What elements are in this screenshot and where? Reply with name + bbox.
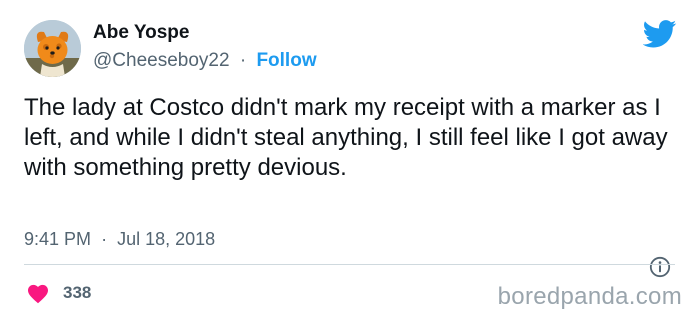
- tweet-card: Abe Yospe @Cheeseboy22 · Follow The lady…: [0, 0, 700, 319]
- separator-dot: ·: [239, 50, 247, 71]
- heart-icon[interactable]: [26, 282, 50, 304]
- author-handle[interactable]: @Cheeseboy22: [93, 50, 230, 71]
- author-avatar[interactable]: [24, 20, 81, 77]
- separator-dot: ·: [101, 229, 108, 249]
- twitter-bird-icon[interactable]: [643, 20, 677, 48]
- info-icon[interactable]: [649, 256, 671, 278]
- tweet-date[interactable]: Jul 18, 2018: [117, 229, 215, 249]
- follow-button[interactable]: Follow: [256, 50, 316, 71]
- divider: [24, 264, 675, 265]
- author-handle-row: @Cheeseboy22 · Follow: [93, 50, 317, 72]
- cheese-dog-avatar-icon: [24, 20, 81, 77]
- author-name[interactable]: Abe Yospe: [93, 22, 189, 44]
- tweet-text: The lady at Costco didn't mark my receip…: [24, 94, 668, 181]
- like-count[interactable]: 338: [63, 283, 91, 303]
- tweet-timestamp: 9:41 PM · Jul 18, 2018: [24, 229, 215, 250]
- tweet-time[interactable]: 9:41 PM: [24, 229, 91, 249]
- watermark: boredpanda.com: [497, 283, 682, 310]
